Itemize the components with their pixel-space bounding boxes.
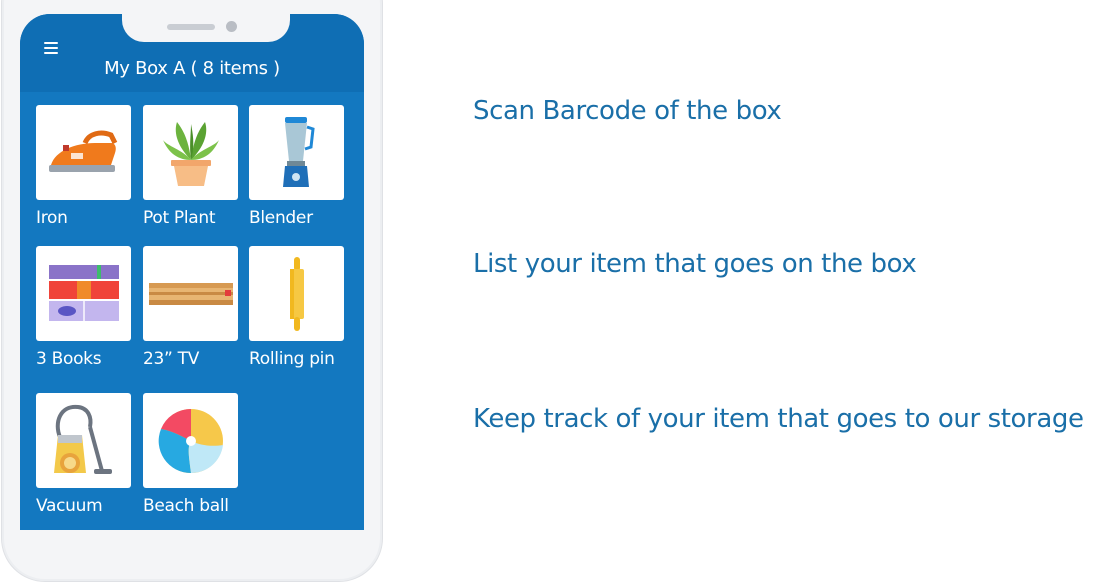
item-label: Blender: [249, 208, 313, 228]
item-card-iron[interactable]: Iron: [36, 105, 131, 228]
item-label: Vacuum: [36, 496, 103, 516]
items-grid: Iron Pot Plant Blender 3 Books 23” TV Ro…: [36, 105, 356, 530]
hamburger-menu-icon[interactable]: [44, 42, 58, 54]
camera-icon: [226, 21, 237, 32]
item-tile[interactable]: [36, 105, 131, 200]
books-icon: [48, 264, 119, 321]
item-tile[interactable]: [36, 246, 131, 341]
vacuum-icon: [53, 404, 112, 474]
feature-keep-track: Keep track of your item that goes to our…: [473, 404, 1084, 434]
feature-list-items: List your item that goes on the box: [473, 249, 917, 279]
item-tile[interactable]: [143, 105, 238, 200]
item-tile[interactable]: [143, 246, 238, 341]
item-label: Rolling pin: [249, 349, 335, 369]
iron-icon: [48, 130, 117, 172]
item-card-vacuum[interactable]: Vacuum: [36, 393, 131, 516]
item-tile[interactable]: [36, 393, 131, 488]
speaker-icon: [167, 24, 215, 30]
item-tile[interactable]: [249, 246, 344, 341]
item-tile[interactable]: [143, 393, 238, 488]
item-label: 23” TV: [143, 349, 200, 369]
item-card-tv[interactable]: 23” TV: [143, 246, 238, 369]
beach-ball-icon: [158, 408, 223, 473]
item-card-books[interactable]: 3 Books: [36, 246, 131, 369]
item-label: 3 Books: [36, 349, 102, 369]
feature-scan-barcode: Scan Barcode of the box: [473, 96, 782, 126]
item-label: Iron: [36, 208, 68, 228]
rolling-pin-icon: [289, 256, 304, 331]
tv-icon: [148, 282, 233, 305]
item-card-beach-ball[interactable]: Beach ball: [143, 393, 238, 516]
item-label: Beach ball: [143, 496, 229, 516]
item-card-rolling-pin[interactable]: Rolling pin: [249, 246, 344, 369]
box-title: My Box A ( 8 items ): [104, 58, 280, 79]
phone-notch: [122, 14, 290, 42]
item-card-blender[interactable]: Blender: [249, 105, 344, 228]
item-label: Pot Plant: [143, 208, 216, 228]
blender-icon: [282, 116, 315, 187]
item-tile[interactable]: [249, 105, 344, 200]
pot-plant-icon: [162, 121, 219, 186]
item-card-pot-plant[interactable]: Pot Plant: [143, 105, 238, 228]
